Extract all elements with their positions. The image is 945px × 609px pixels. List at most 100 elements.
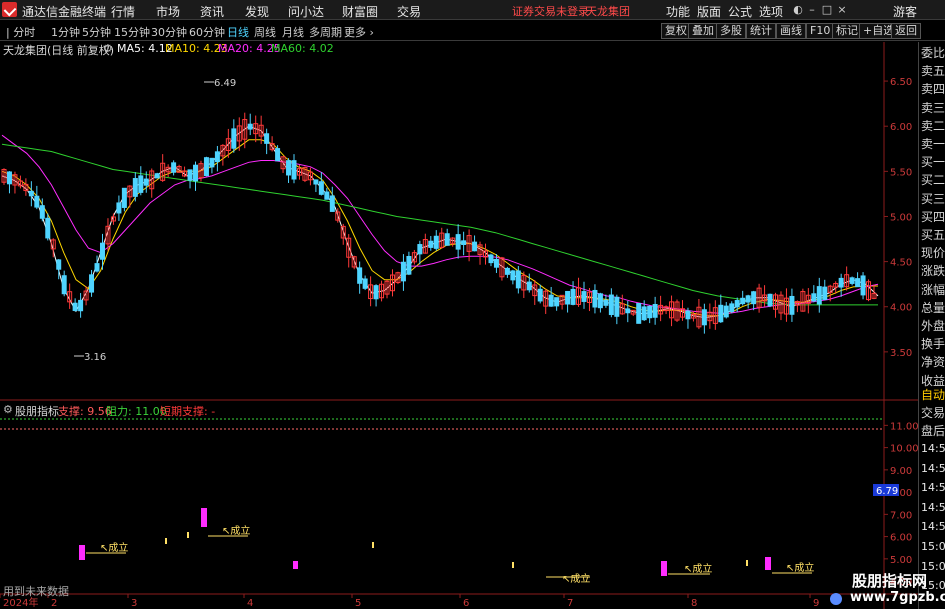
time-tick-label: 6	[463, 598, 469, 609]
side-quote-item[interactable]: 收益	[921, 374, 945, 388]
signal-bar	[201, 508, 207, 527]
draw-line-button[interactable]: 画线	[776, 23, 806, 39]
period-5min[interactable]: 5分钟	[82, 24, 111, 40]
candle-body	[318, 181, 324, 195]
signal-label: ↖成立	[786, 561, 814, 574]
statistics-button[interactable]: 统计	[746, 23, 776, 39]
candle-body	[608, 294, 614, 316]
mark-button[interactable]: 标记	[832, 23, 862, 39]
side-quote-item[interactable]: 买二	[921, 173, 945, 187]
candle-body	[751, 291, 757, 305]
watermark-logo-icon	[830, 593, 842, 605]
maximize-icon[interactable]: □	[821, 4, 833, 16]
menu-trade[interactable]: 交易	[397, 3, 421, 20]
candle-body	[193, 164, 199, 182]
minimize-icon[interactable]: –	[806, 4, 818, 16]
close-icon[interactable]: ×	[836, 4, 848, 16]
menu-discover[interactable]: 发现	[245, 3, 269, 20]
candle-body	[789, 295, 795, 315]
side-quote-item[interactable]: 买三	[921, 192, 945, 206]
period-monthly[interactable]: 月线	[282, 24, 304, 40]
candle-body	[209, 157, 215, 168]
overlay-button[interactable]: 叠加	[688, 23, 718, 39]
side-quote-item[interactable]: 卖四	[921, 82, 945, 96]
side-quote-item[interactable]: 买一	[921, 155, 945, 169]
candle-body	[811, 293, 817, 302]
menu-function[interactable]: 功能	[666, 3, 690, 20]
candle-body	[406, 256, 412, 275]
indicator-tick-label: 7.00	[890, 510, 912, 521]
side-quote-item[interactable]: 卖一	[921, 137, 945, 151]
period-15min[interactable]: 15分钟	[114, 24, 150, 40]
candle-body	[154, 173, 160, 179]
after-hours-label[interactable]: 盘后	[921, 424, 945, 438]
candle-body	[701, 309, 707, 326]
period-weekly[interactable]: 周线	[254, 24, 276, 40]
candle-body	[597, 293, 603, 309]
menu-ask[interactable]: 问小达	[288, 3, 324, 20]
candle-body	[849, 277, 855, 284]
candle-body	[428, 240, 434, 248]
candle-body	[493, 258, 499, 268]
side-quote-item[interactable]: 买五	[921, 228, 945, 242]
login-warning[interactable]: 证券交易未登录	[512, 3, 589, 19]
side-quote-item[interactable]: 买四	[921, 210, 945, 224]
menu-market[interactable]: 市场	[156, 3, 180, 20]
adjust-button[interactable]: 复权	[661, 23, 691, 39]
price-tick-label: 5.50	[890, 167, 912, 178]
menu-options[interactable]: 选项	[759, 3, 783, 20]
candle-body	[61, 275, 67, 295]
settings-icon[interactable]: ⚙	[103, 42, 113, 55]
menu-formula[interactable]: 公式	[728, 3, 752, 20]
indicator-settings-icon[interactable]: ⚙	[3, 403, 13, 416]
side-quote-item[interactable]: 现价	[921, 246, 945, 260]
time-tick-label: 7	[567, 598, 573, 609]
signal-bar	[79, 545, 85, 560]
period-30min[interactable]: 30分钟	[151, 24, 187, 40]
skin-icon[interactable]: ◐	[792, 4, 804, 16]
multi-stock-button[interactable]: 多股	[716, 23, 746, 39]
side-quote-item[interactable]: 净资	[921, 355, 945, 369]
period-more[interactable]: 更多 ›	[344, 24, 374, 40]
support-label: 支撑: 9.56	[58, 405, 112, 418]
side-quote-item[interactable]: 卖三	[921, 101, 945, 115]
period-toolbar: | 分时 1分钟 5分钟 15分钟 30分钟 60分钟 日线 周线 月线 多周期…	[0, 21, 945, 41]
candle-body	[34, 195, 40, 208]
side-quote-item[interactable]: 总量	[921, 301, 945, 315]
period-tick[interactable]: | 分时	[6, 24, 35, 40]
short-support-label: 短期支撑: -	[160, 405, 216, 418]
guest-user[interactable]: 游客	[893, 3, 917, 20]
ma20-line	[1, 134, 879, 314]
candle-body	[603, 299, 609, 306]
period-multi[interactable]: 多周期	[309, 24, 342, 40]
back-button[interactable]: 返回	[891, 23, 921, 39]
candle-body	[6, 171, 12, 185]
auto-label[interactable]: 自动	[921, 388, 945, 402]
candle-body	[537, 288, 543, 302]
time-tick-label: 2	[51, 598, 57, 609]
trade-label[interactable]: 交易	[921, 406, 945, 420]
candle-body	[455, 234, 461, 250]
period-60min[interactable]: 60分钟	[189, 24, 225, 40]
side-quote-item[interactable]: 外盘	[921, 319, 945, 333]
menu-wealth[interactable]: 财富圈	[342, 3, 378, 20]
candle-body	[187, 169, 193, 181]
side-quote-item[interactable]: 换手	[921, 337, 945, 351]
period-daily[interactable]: 日线	[227, 24, 249, 40]
side-quote-item[interactable]: 卖二	[921, 119, 945, 133]
period-1min[interactable]: 1分钟	[51, 24, 80, 40]
watermark-title: 股朋指标网	[852, 572, 928, 590]
trade-time: 14:56	[921, 461, 945, 475]
kline-chart[interactable]: 6.50 6.00 5.50 5.00 4.50 4.00 3.50 6.49 3.16 1…	[0, 42, 918, 609]
menu-market-quote[interactable]: 行情	[111, 3, 135, 20]
menu-layout[interactable]: 版面	[697, 3, 721, 20]
f10-button[interactable]: F10	[806, 23, 835, 39]
side-quote-item[interactable]: 卖五	[921, 64, 945, 78]
side-quote-item[interactable]: 涨跌	[921, 264, 945, 278]
side-quote-item[interactable]: 委比	[921, 46, 945, 60]
side-quote-item[interactable]: 涨幅	[921, 283, 945, 297]
candle-body	[275, 148, 281, 162]
candle-body	[400, 261, 406, 282]
menu-news[interactable]: 资讯	[200, 3, 224, 20]
signal-label: ↖成立	[684, 562, 712, 575]
